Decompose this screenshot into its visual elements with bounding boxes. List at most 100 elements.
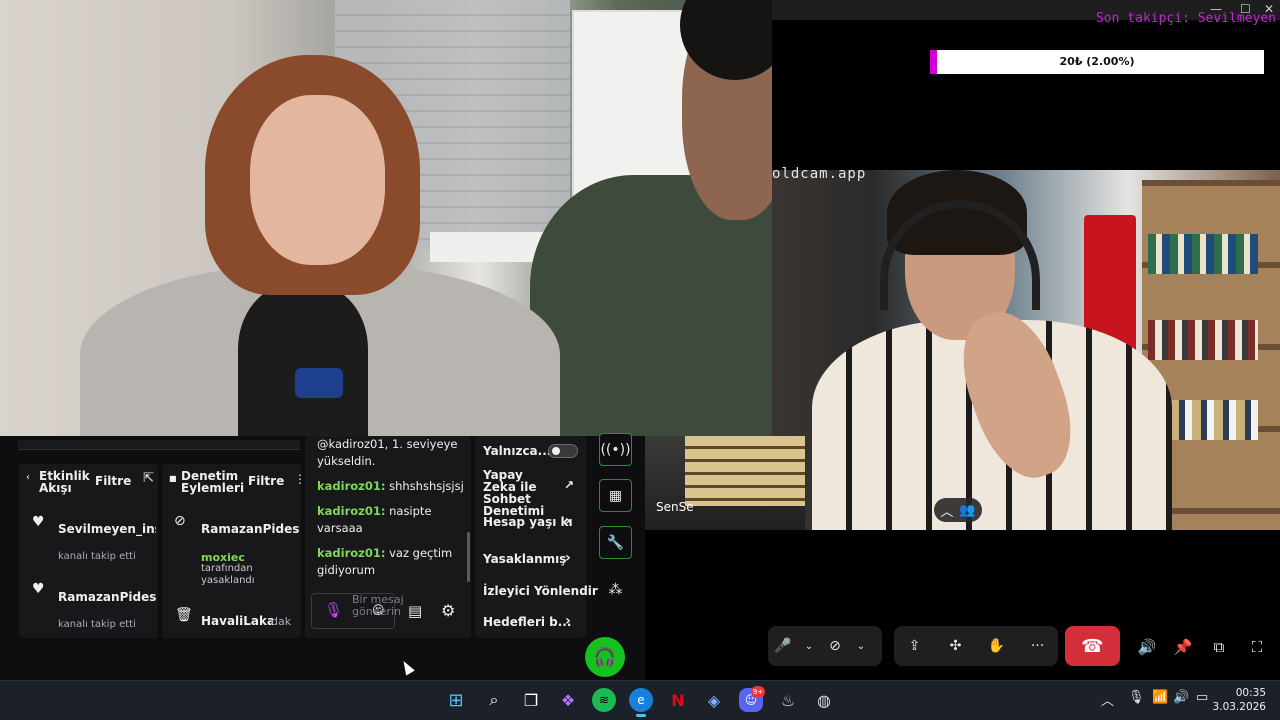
popout-icon[interactable]: ⧉ bbox=[1206, 634, 1232, 660]
books bbox=[1148, 320, 1258, 360]
participants-pill[interactable]: ︿ 👥 bbox=[934, 498, 982, 522]
microphone-icon[interactable]: 🎙 bbox=[1128, 690, 1145, 705]
participant-name: SenSe bbox=[656, 500, 694, 514]
chat-username[interactable]: kadiroz01: bbox=[317, 504, 385, 518]
netflix-icon[interactable]: N bbox=[666, 688, 690, 712]
banned-words-label[interactable]: Yasaklanmış bbox=[483, 552, 566, 566]
camera-off-icon[interactable]: ⊘ bbox=[820, 631, 850, 661]
moderated-user[interactable]: HavaliLakap bbox=[201, 614, 273, 628]
microphone-icon[interactable]: 🎙 bbox=[324, 601, 343, 619]
moderation-filter-button[interactable]: Filtre bbox=[248, 474, 284, 488]
chat-username[interactable]: kadiroz01: bbox=[317, 546, 385, 560]
wrench-icon[interactable]: 🔧 bbox=[599, 526, 632, 559]
search-icon[interactable]: ⌕ bbox=[482, 688, 506, 712]
speaker-icon[interactable]: 🔊 bbox=[1134, 634, 1160, 660]
viewer-redirect-label[interactable]: İzleyici Yönlendir bbox=[483, 584, 598, 598]
gear-icon[interactable]: ⚙ bbox=[441, 601, 455, 620]
volume-icon[interactable]: 🔊 bbox=[1173, 690, 1189, 705]
store-icon[interactable]: ▤ bbox=[408, 602, 422, 620]
chat-input[interactable]: 🎙 Bir mesaj gönderin ☺ bbox=[311, 593, 404, 629]
bullet-icon: ■ bbox=[169, 474, 177, 483]
moderation-duration: dak bbox=[271, 615, 292, 628]
reactions-icon[interactable]: ✣ bbox=[941, 631, 971, 661]
copilot-icon[interactable]: ❖ bbox=[556, 688, 580, 712]
toggle-knob bbox=[552, 447, 560, 455]
system-clock[interactable]: 00:35 3.03.2026 bbox=[1213, 686, 1266, 714]
camera-feed-lower bbox=[645, 436, 805, 530]
support-button[interactable]: 🎧 bbox=[585, 637, 625, 677]
meeting-controls: ⇪ ✣ ✋ ··· bbox=[894, 626, 1058, 666]
task-view-icon[interactable]: ❐ bbox=[519, 688, 543, 712]
followers-only-label: Yalnızca... bbox=[483, 444, 552, 458]
donation-goal-bar: 20₺ (2.00%) bbox=[930, 50, 1264, 74]
moderation-actions-panel: ■ Denetim Eylemleri Filtre ⋮ ⊘ RamazanPi… bbox=[162, 464, 306, 638]
microphone-icon[interactable]: 🎤 bbox=[768, 631, 798, 661]
edge-icon[interactable]: e bbox=[629, 688, 653, 712]
broadcast-icon[interactable]: ((•)) bbox=[599, 433, 632, 466]
mod-tools-panel bbox=[475, 436, 586, 638]
chevron-up-icon: ︿ bbox=[940, 504, 954, 520]
chat-message-system: @kadiroz01, 1. seviyeye yükseldin. bbox=[317, 436, 467, 470]
heart-icon: ♥ bbox=[32, 581, 45, 597]
moderation-title: Denetim Eylemleri bbox=[181, 469, 245, 495]
phone-icon: ☎ bbox=[1081, 635, 1104, 657]
steam-icon[interactable]: ♨ bbox=[776, 688, 800, 712]
chat-username[interactable]: kadiroz01: bbox=[317, 479, 385, 493]
pin-icon[interactable]: 📌 bbox=[1170, 634, 1196, 660]
spotify-icon[interactable]: ≋ bbox=[592, 688, 616, 712]
ban-icon: ⊘ bbox=[174, 513, 186, 529]
activity-filter-button[interactable]: Filtre bbox=[95, 474, 131, 488]
collapse-icon[interactable]: ‹ bbox=[26, 472, 30, 483]
last-follower-text: Son takipçi: Sevilmeyen bbox=[1095, 11, 1276, 26]
watermark: oldcam.app bbox=[772, 166, 867, 182]
chevron-right-icon[interactable]: › bbox=[565, 550, 571, 566]
chevron-up-icon[interactable]: ︿ bbox=[1101, 690, 1114, 709]
woman-shirt bbox=[238, 285, 368, 436]
chevron-right-icon[interactable]: › bbox=[565, 513, 571, 529]
clock-date: 3.03.2026 bbox=[1212, 701, 1266, 713]
books bbox=[685, 436, 805, 506]
share-screen-icon[interactable]: ⇪ bbox=[900, 631, 930, 661]
followers-only-toggle[interactable] bbox=[548, 444, 578, 458]
app-grid-icon[interactable]: ◈ bbox=[702, 688, 726, 712]
ai-chat-moderation-label[interactable]: Yapay Zeka ile Sohbet Denetimi bbox=[483, 469, 553, 517]
activity-user[interactable]: Sevilmeyen_ins bbox=[58, 522, 156, 536]
activity-user[interactable]: RamazanPidesi bbox=[58, 590, 156, 604]
activity-title: Etkinlik Akışı bbox=[39, 469, 90, 495]
fullscreen-icon[interactable]: ⛶ bbox=[1244, 634, 1270, 660]
activity-action: kanalı takip etti bbox=[58, 619, 136, 630]
woman-face bbox=[250, 95, 385, 265]
heart-icon: ♥ bbox=[32, 514, 45, 530]
account-age-label[interactable]: Hesap yaşı kı bbox=[483, 515, 573, 529]
dashboard-topline bbox=[18, 440, 300, 450]
chat-scrollbar[interactable] bbox=[467, 532, 470, 582]
battery-icon[interactable]: ▭ bbox=[1196, 690, 1208, 705]
dots-icon[interactable]: ⁂ bbox=[599, 573, 632, 606]
chevron-down-icon[interactable]: ⌄ bbox=[798, 631, 820, 661]
activity-feed-panel: ‹ Etkinlik Akışı Filtre ⇱ ♥ Sevilmeyen_i… bbox=[19, 464, 158, 638]
active-app-indicator bbox=[636, 714, 646, 717]
clock-time: 00:35 bbox=[1235, 687, 1266, 699]
audio-video-controls: 🎤 ⌄ ⊘ ⌄ bbox=[768, 626, 882, 666]
layout-icon[interactable]: ▦ bbox=[599, 479, 632, 512]
browser-icon[interactable]: ◍ bbox=[812, 688, 836, 712]
moderation-detail: tarafından yasaklandı bbox=[201, 563, 255, 586]
raise-hand-icon[interactable]: ✋ bbox=[982, 631, 1012, 661]
hang-up-button[interactable]: ☎ bbox=[1065, 626, 1120, 666]
external-link-icon[interactable]: ↗ bbox=[564, 478, 574, 492]
chevron-down-icon[interactable]: ⌄ bbox=[850, 631, 872, 661]
chat-message-text: @kadiroz01, 1. seviyeye yükseldin. bbox=[317, 437, 458, 468]
goal-text: 20₺ (2.00%) bbox=[1059, 55, 1135, 68]
goals-label[interactable]: Hedefleri b... bbox=[483, 615, 571, 629]
wifi-icon[interactable]: 📶 bbox=[1152, 690, 1168, 705]
more-icon[interactable]: ··· bbox=[1023, 631, 1053, 661]
chat-message-text: shhshshsjsjsj bbox=[385, 479, 464, 493]
chat-message: kadiroz01: shhshshsjsjsj bbox=[317, 478, 467, 495]
emoji-icon[interactable]: ☺ bbox=[372, 603, 385, 617]
popout-icon[interactable]: ⇱ bbox=[143, 471, 154, 486]
chat-message: kadiroz01: nasipte varsaaa bbox=[317, 503, 467, 537]
moderated-user[interactable]: RamazanPidesi bbox=[201, 522, 299, 536]
chevron-right-icon[interactable]: › bbox=[565, 613, 571, 629]
windows-start-icon[interactable]: ⊞ bbox=[444, 688, 468, 712]
books bbox=[1148, 234, 1258, 274]
